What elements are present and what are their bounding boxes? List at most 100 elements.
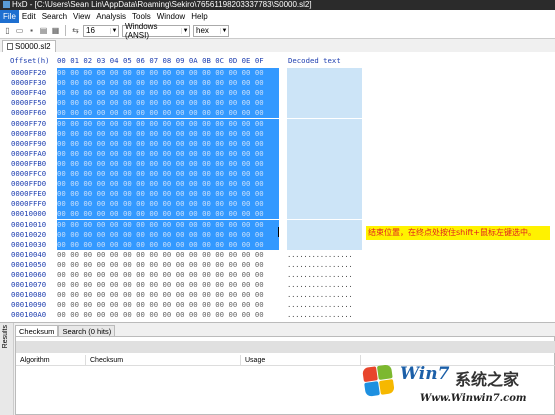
byte-cell[interactable]: 00 [70,139,83,149]
byte-cell[interactable]: 00 [136,199,149,209]
byte-cell[interactable]: 00 [123,78,136,88]
byte-cell[interactable]: 00 [136,230,149,240]
byte-cell[interactable]: 00 [202,230,215,240]
byte-cell[interactable]: 00 [176,270,189,280]
byte-cell[interactable]: 00 [163,179,176,189]
byte-cell[interactable]: 00 [255,179,268,189]
byte-cell[interactable]: 00 [136,310,149,320]
byte-cell[interactable]: 00 [149,149,162,159]
table-row[interactable]: 00010080 00 00 00 00 00 00 00 00 00 00 00 00 00 00 00 00… [0,290,555,300]
byte-cell[interactable]: 00 [110,290,123,300]
row-bytes[interactable]: 00000000000000000000000000000000 [57,199,279,210]
navigate-icon[interactable]: ⇆ [71,26,80,35]
byte-cell[interactable]: 00 [215,68,228,78]
byte-cell[interactable]: 00 [215,250,228,260]
byte-cell[interactable]: 00 [176,230,189,240]
byte-cell[interactable]: 00 [215,169,228,179]
byte-cell[interactable]: 00 [189,310,202,320]
byte-cell[interactable]: 00 [123,149,136,159]
byte-cell[interactable]: 00 [83,149,96,159]
byte-cell[interactable]: 00 [176,98,189,108]
byte-cell[interactable]: 00 [176,179,189,189]
byte-cell[interactable]: 00 [163,310,176,320]
row-bytes[interactable]: 00000000000000000000000000000000 [57,229,279,240]
byte-cell[interactable]: 00 [242,108,255,118]
byte-cell[interactable]: 00 [136,290,149,300]
byte-cell[interactable]: 00 [202,78,215,88]
byte-cell[interactable]: 00 [97,270,110,280]
byte-cell[interactable]: 00 [163,300,176,310]
byte-cell[interactable]: 00 [242,88,255,98]
byte-cell[interactable]: 00 [136,169,149,179]
byte-cell[interactable]: 00 [215,199,228,209]
byte-cell[interactable]: 00 [70,220,83,230]
menu-view[interactable]: View [70,10,93,23]
byte-cell[interactable]: 00 [163,119,176,129]
byte-cell[interactable]: 00 [189,68,202,78]
byte-cell[interactable]: 00 [136,78,149,88]
row-bytes[interactable]: 00000000000000000000000000000000 [57,209,279,220]
byte-cell[interactable]: 00 [202,250,215,260]
byte-cell[interactable]: 00 [97,119,110,129]
byte-cell[interactable]: 00 [136,88,149,98]
byte-cell[interactable]: 00 [255,230,268,240]
byte-cell[interactable]: 00 [149,199,162,209]
row-bytes[interactable]: 00000000000000000000000000000000 [57,300,268,310]
byte-cell[interactable]: 00 [215,98,228,108]
byte-cell[interactable]: 00 [189,98,202,108]
byte-cell[interactable]: 00 [176,290,189,300]
byte-cell[interactable]: 00 [110,209,123,219]
byte-cell[interactable]: 00 [228,209,241,219]
byte-cell[interactable]: 00 [97,300,110,310]
byte-cell[interactable]: 00 [189,78,202,88]
byte-cell[interactable]: 00 [228,300,241,310]
byte-cell[interactable]: 00 [136,179,149,189]
byte-cell[interactable]: 00 [176,209,189,219]
byte-cell[interactable]: 00 [83,169,96,179]
byte-cell[interactable]: 00 [189,230,202,240]
hex-editor[interactable]: Offset(h) 00 01 02 03 04 05 06 07 08 09 0A 0B 0C 0D 0E… [0,52,555,322]
byte-cell[interactable]: 00 [242,250,255,260]
byte-cell[interactable]: 00 [215,280,228,290]
byte-cell[interactable]: 00 [163,149,176,159]
byte-cell[interactable]: 00 [228,189,241,199]
byte-cell[interactable]: 00 [149,129,162,139]
byte-cell[interactable]: 00 [110,230,123,240]
byte-cell[interactable]: 00 [228,260,241,270]
byte-cell[interactable]: 00 [97,149,110,159]
byte-cell[interactable]: 00 [242,280,255,290]
byte-cell[interactable]: 00 [123,189,136,199]
byte-cell[interactable]: 00 [70,108,83,118]
byte-cell[interactable]: 00 [176,310,189,320]
byte-cell[interactable]: 00 [97,78,110,88]
byte-cell[interactable]: 00 [149,78,162,88]
row-bytes[interactable]: 00000000000000000000000000000000 [57,310,268,320]
byte-cell[interactable]: 00 [136,270,149,280]
byte-cell[interactable]: 00 [255,260,268,270]
byte-cell[interactable]: 00 [242,310,255,320]
byte-cell[interactable]: 00 [83,250,96,260]
row-decoded-text[interactable]: ................ [287,260,362,270]
byte-cell[interactable]: 00 [97,129,110,139]
byte-cell[interactable]: 00 [57,129,70,139]
byte-cell[interactable]: 00 [123,139,136,149]
byte-cell[interactable]: 00 [83,300,96,310]
byte-cell[interactable]: 00 [123,300,136,310]
byte-cell[interactable]: 00 [97,260,110,270]
row-bytes[interactable]: 00000000000000000000000000000000 [57,118,279,129]
byte-cell[interactable]: 00 [136,189,149,199]
byte-cell[interactable]: 00 [83,209,96,219]
byte-cell[interactable]: 00 [123,179,136,189]
byte-cell[interactable]: 00 [149,230,162,240]
byte-cell[interactable]: 00 [149,300,162,310]
byte-cell[interactable]: 00 [255,300,268,310]
table-row[interactable]: 0000FF50 00 00 00 00 00 00 00 00 00 00 00 00 00 00 00 00… [0,98,555,109]
byte-cell[interactable]: 00 [70,270,83,280]
byte-cell[interactable]: 00 [163,189,176,199]
results-side-tab[interactable]: Results [0,323,14,415]
byte-cell[interactable]: 00 [110,149,123,159]
row-bytes[interactable]: 00000000000000000000000000000000 [57,179,279,190]
byte-cell[interactable]: 00 [83,310,96,320]
byte-cell[interactable]: 00 [228,240,241,250]
table-row[interactable]: 00010070 00 00 00 00 00 00 00 00 00 00 00 00 00 00 00 00… [0,280,555,290]
